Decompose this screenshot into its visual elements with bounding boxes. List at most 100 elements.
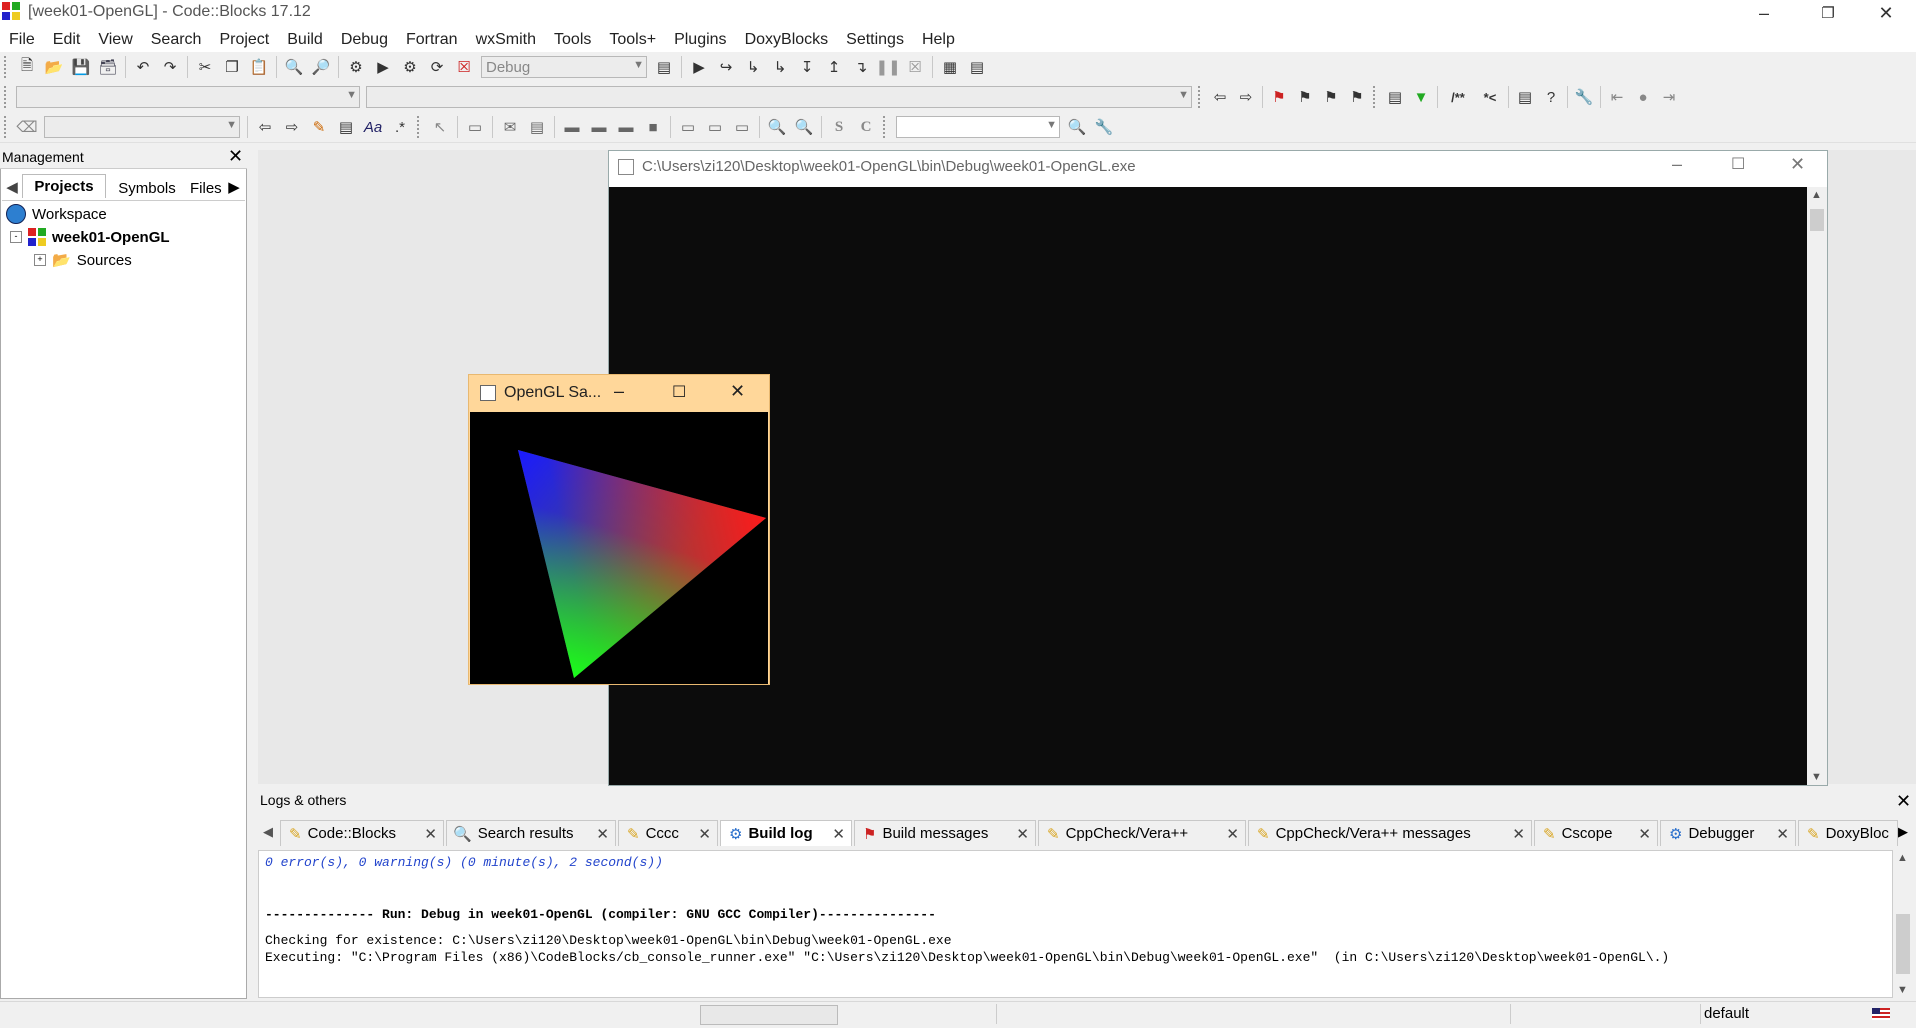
shrink-icon[interactable]: ▭ [705, 117, 725, 137]
frame-icon[interactable]: ▭ [465, 117, 485, 137]
logtab-close-icon[interactable]: ✕ [1226, 825, 1239, 843]
function-select[interactable]: ▼ [366, 86, 1192, 108]
abort-icon[interactable]: ☒ [454, 57, 474, 77]
logtab-close-icon[interactable]: ✕ [1016, 825, 1029, 843]
scroll-thumb[interactable] [1810, 209, 1824, 231]
console-output[interactable] [609, 187, 1807, 785]
match-case-icon[interactable]: Aa [363, 117, 383, 137]
tab-symbols[interactable]: Symbols [108, 176, 186, 200]
doxy-run-icon[interactable]: ▼ [1411, 87, 1431, 107]
pointer-icon[interactable]: ↖ [430, 117, 450, 137]
logtab-cscope[interactable]: ✎ Cscope ✕ [1534, 820, 1658, 846]
menu-wxsmith[interactable]: wxSmith [467, 31, 545, 49]
jump-back-icon[interactable]: ⇦ [1210, 87, 1230, 107]
logtab-close-icon[interactable]: ✕ [1776, 825, 1789, 843]
log-scrollbar[interactable]: ▲ ▼ [1893, 850, 1913, 998]
toolbar-grip[interactable] [417, 116, 423, 138]
logtab-build-messages[interactable]: ⚑ Build messages ✕ [854, 820, 1036, 846]
copy-icon[interactable]: ❐ [222, 57, 242, 77]
tab-scroll-right-icon[interactable]: ▶ [226, 175, 242, 199]
expand-icon[interactable]: + [34, 254, 46, 266]
logs-tab-scroll-left-icon[interactable]: ◀ [263, 824, 273, 840]
toolbar-grip[interactable] [1198, 86, 1204, 108]
menu-plugins[interactable]: Plugins [665, 31, 735, 49]
cut-icon[interactable]: ✂ [195, 57, 215, 77]
symbol-s-icon[interactable]: S [829, 117, 849, 137]
menu-edit[interactable]: Edit [44, 31, 90, 49]
sizer-full-icon[interactable]: ■ [643, 117, 663, 137]
scroll-thumb[interactable] [1896, 914, 1910, 974]
clear-bookmarks-icon[interactable]: ⚑ [1347, 87, 1367, 107]
fit-icon[interactable]: ▭ [732, 117, 752, 137]
nav-dot-icon[interactable]: ● [1633, 87, 1653, 107]
run-to-cursor-icon[interactable]: ↪ [716, 57, 736, 77]
logtab-codeblocks[interactable]: ✎ Code::Blocks ✕ [280, 820, 444, 846]
menu-project[interactable]: Project [210, 31, 278, 49]
console-minimize-button[interactable]: – [1672, 154, 1682, 175]
logtab-debugger[interactable]: ⚙ Debugger ✕ [1660, 820, 1796, 846]
prev-bookmark-icon[interactable]: ⚑ [1295, 87, 1315, 107]
symbol-search-combo[interactable]: ▼ [896, 116, 1060, 138]
logtab-close-icon[interactable]: ✕ [698, 825, 711, 843]
symbol-find-icon[interactable]: 🔍 [1067, 117, 1087, 137]
sizer-top-icon[interactable]: ▬ [562, 117, 582, 137]
logtab-close-icon[interactable]: ✕ [1638, 825, 1651, 843]
menu-debug[interactable]: Debug [332, 31, 397, 49]
build-target-select[interactable]: Debug ▼ [481, 56, 647, 78]
tab-files[interactable]: Files [190, 176, 230, 200]
console-maximize-button[interactable]: ☐ [1731, 154, 1745, 174]
logs-close-icon[interactable]: ✕ [1896, 791, 1911, 812]
redo-icon[interactable]: ↷ [160, 57, 180, 77]
build-and-run-icon[interactable]: ⚙ [400, 57, 420, 77]
various-info-icon[interactable]: ▤ [967, 57, 987, 77]
next-instruction-icon[interactable]: ↳ [770, 57, 790, 77]
symbol-c-icon[interactable]: C [856, 117, 876, 137]
rebuild-icon[interactable]: ⟳ [427, 57, 447, 77]
debug-windows-icon[interactable]: ▦ [940, 57, 960, 77]
line-comment-icon[interactable]: *< [1478, 87, 1502, 107]
toolbar-grip[interactable] [4, 116, 10, 138]
build-log-output[interactable]: 0 error(s), 0 warning(s) (0 minute(s), 2… [258, 850, 1893, 998]
selected-text-icon[interactable]: ▤ [336, 117, 356, 137]
sizer-bottom-icon[interactable]: ▬ [616, 117, 636, 137]
new-file-icon[interactable]: 🗎 [17, 57, 37, 77]
save-all-icon[interactable]: 🗃 [98, 57, 118, 77]
toolbar-grip[interactable] [883, 116, 889, 138]
toolbar-grip[interactable] [4, 86, 10, 108]
menu-view[interactable]: View [89, 31, 141, 49]
nav-first-icon[interactable]: ⇤ [1607, 87, 1627, 107]
scroll-down-icon[interactable]: ▼ [1897, 984, 1908, 996]
debug-continue-icon[interactable]: ▶ [689, 57, 709, 77]
close-button[interactable]: ✕ [1858, 0, 1914, 26]
toolbar-grip[interactable] [1373, 86, 1379, 108]
tab-projects[interactable]: Projects [22, 174, 106, 198]
logtab-close-icon[interactable]: ✕ [596, 825, 609, 843]
minimize-button[interactable]: – [1736, 0, 1792, 26]
menu-file[interactable]: File [0, 31, 44, 49]
run-icon[interactable]: ▶ [373, 57, 393, 77]
menu-fortran[interactable]: Fortran [397, 31, 467, 49]
tree-workspace[interactable]: Workspace [6, 204, 107, 224]
clear-search-icon[interactable]: ⌫ [16, 117, 37, 137]
logtab-build-log[interactable]: ⚙ Build log ✕ [720, 820, 852, 846]
scroll-down-icon[interactable]: ▼ [1811, 771, 1822, 783]
logtab-cppcheck-messages[interactable]: ✎ CppCheck/Vera++ messages ✕ [1248, 820, 1532, 846]
menu-tools[interactable]: Tools [545, 31, 600, 49]
menu-doxyblocks[interactable]: DoxyBlocks [736, 31, 838, 49]
language-flag-icon[interactable] [1872, 1008, 1890, 1020]
menu-settings[interactable]: Settings [837, 31, 913, 49]
toggle-bookmark-icon[interactable]: ⚑ [1269, 87, 1289, 107]
expand-icon[interactable]: ▭ [678, 117, 698, 137]
opengl-minimize-button[interactable]: – [614, 381, 624, 402]
sizer-mid-icon[interactable]: ▬ [589, 117, 609, 137]
pause-icon[interactable]: ❚❚ [875, 57, 900, 77]
symbol-settings-icon[interactable]: 🔧 [1094, 117, 1114, 137]
management-close-icon[interactable]: ✕ [228, 146, 243, 167]
step-out-icon[interactable]: ↥ [824, 57, 844, 77]
highlight-icon[interactable]: ✎ [309, 117, 329, 137]
menu-tools-plus[interactable]: Tools+ [600, 31, 665, 49]
chm-help-icon[interactable]: ? [1541, 87, 1561, 107]
console-scrollbar[interactable]: ▲ ▼ [1807, 187, 1827, 785]
stop-debug-icon[interactable]: ☒ [905, 57, 925, 77]
next-line-icon[interactable]: ↳ [743, 57, 763, 77]
